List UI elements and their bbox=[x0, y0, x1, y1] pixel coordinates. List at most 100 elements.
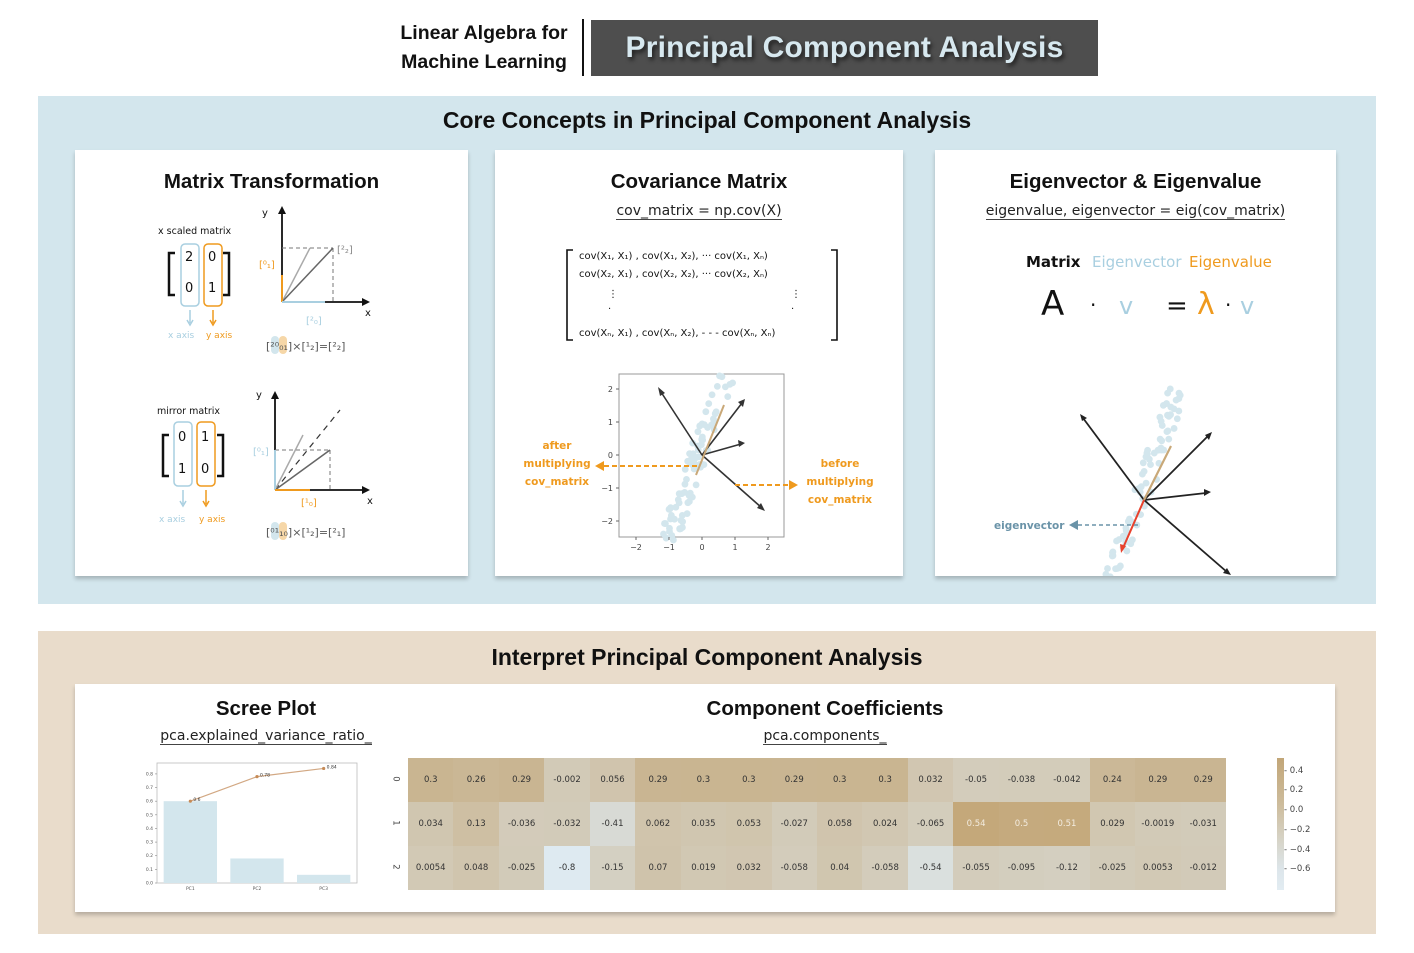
heatmap-cell: -0.042 bbox=[1044, 758, 1090, 802]
heatmap-cell: -0.41 bbox=[589, 802, 636, 846]
heatmap-cell: -0.055 bbox=[953, 846, 999, 890]
y-axis-label: y axis bbox=[206, 331, 233, 341]
scatter-point bbox=[1142, 453, 1150, 461]
scatter-point bbox=[710, 415, 717, 423]
heatmap-cell: -0.058 bbox=[862, 846, 908, 890]
svg-text:multiplying: multiplying bbox=[806, 476, 873, 488]
y-tick-label: 2 bbox=[608, 385, 613, 394]
component-coefficients-title: Component Coefficients bbox=[706, 697, 944, 720]
svg-text:·: · bbox=[791, 304, 794, 315]
scree-y-tick: 0.6 bbox=[146, 799, 153, 805]
eigenvector-annotation: eigenvector bbox=[994, 520, 1065, 532]
scatter-point bbox=[665, 505, 673, 513]
course-subtitle: Linear Algebra for Machine Learning bbox=[386, 19, 582, 77]
colorbar-tick: - 0.0 bbox=[1284, 805, 1304, 816]
eigen-illustration: Matrix Eigenvector Eigenvalue A · v = λ … bbox=[994, 253, 1272, 576]
svg-text:multiplying: multiplying bbox=[523, 458, 590, 470]
heatmap-cell: -0.012 bbox=[1180, 846, 1226, 890]
scree-bar bbox=[230, 858, 284, 883]
heatmap-cell: 0.51 bbox=[1044, 802, 1090, 846]
scatter-point bbox=[681, 480, 689, 488]
heatmap-cell: -0.025 bbox=[498, 846, 545, 890]
matrix-cell: 1 bbox=[178, 462, 186, 477]
heatmap-cell: -0.0019 bbox=[1135, 802, 1181, 846]
scatter-point bbox=[692, 481, 700, 489]
scatter-point bbox=[1164, 411, 1171, 419]
legend-eigenvector: Eigenvector bbox=[1092, 253, 1182, 271]
heatmap-cell: -0.15 bbox=[589, 846, 636, 890]
svg-text:cov_matrix: cov_matrix bbox=[808, 494, 872, 506]
matrix-cell: 0 bbox=[178, 430, 186, 445]
y-tick-label: 1 bbox=[608, 418, 613, 427]
heatmap-cell: -0.8 bbox=[544, 846, 590, 890]
scatter-point bbox=[1176, 391, 1184, 399]
svg-text:[⁰₁]: [⁰₁] bbox=[253, 447, 269, 458]
transformation-equation: [²⁰₀₁]×[¹₂]=[²₂] bbox=[266, 340, 345, 353]
scatter-point bbox=[1159, 402, 1167, 409]
eq-eigenvector-v: v bbox=[1119, 292, 1133, 320]
heatmap-cell: 0.032 bbox=[907, 758, 954, 802]
matrix-bracket-left bbox=[167, 251, 175, 297]
scatter-point bbox=[686, 450, 693, 457]
scatter-point bbox=[1163, 428, 1171, 436]
heatmap-cell: 0.0053 bbox=[1135, 846, 1181, 890]
legend-eigenvalue: Eigenvalue bbox=[1189, 253, 1272, 271]
subtitle-line-2: Machine Learning bbox=[401, 51, 567, 73]
cov-bracket-right bbox=[831, 249, 838, 341]
heatmap-row-label: 1 bbox=[390, 820, 401, 826]
core-concepts-section: Core Concepts in Principal Component Ana… bbox=[38, 96, 1376, 604]
heatmap-cell: -0.065 bbox=[907, 802, 954, 846]
svg-text:y axis: y axis bbox=[199, 515, 226, 525]
svg-text:⋮: ⋮ bbox=[791, 289, 801, 300]
heatmap-cell: -0.058 bbox=[771, 846, 817, 890]
heatmap-cell: 0.062 bbox=[635, 802, 681, 846]
svg-text:[⁰¹₁₀]×[¹₂]=[²₁]: [⁰¹₁₀]×[¹₂]=[²₁] bbox=[266, 526, 345, 539]
y-tick-label: 0 bbox=[608, 451, 613, 460]
scree-y-tick: 0.1 bbox=[146, 867, 153, 873]
svg-text:=: = bbox=[1166, 291, 1188, 321]
svg-text:x: x bbox=[367, 496, 373, 507]
scree-code: pca.explained_variance_ratio_ bbox=[160, 728, 372, 745]
basis-x-label: [²₀] bbox=[306, 316, 322, 327]
heatmap-cell: -0.032 bbox=[544, 802, 590, 846]
scatter-point bbox=[667, 511, 675, 519]
x-tick-label: 2 bbox=[765, 543, 770, 552]
scree-bar bbox=[163, 801, 217, 883]
cumulative-label: 0.6 bbox=[193, 797, 200, 803]
x-axis-arrow-icon bbox=[362, 486, 370, 494]
scatter-point bbox=[678, 490, 686, 498]
matrix-cell: 0 bbox=[208, 250, 216, 265]
y-axis-arrow-icon bbox=[271, 391, 279, 399]
scree-x-tick: PC1 bbox=[186, 886, 195, 892]
mirror-matrix-label: mirror matrix bbox=[157, 406, 220, 417]
heatmap-row-label: 2 bbox=[390, 864, 401, 870]
scatter-point bbox=[1165, 435, 1173, 443]
scree-y-tick: 0.0 bbox=[146, 881, 153, 887]
scatter-point bbox=[676, 525, 684, 533]
interpret-section-title: Interpret Principal Component Analysis bbox=[491, 644, 923, 670]
x-tick-label: −2 bbox=[630, 543, 642, 552]
left-arrow-icon bbox=[595, 461, 604, 471]
scatter-point bbox=[688, 493, 696, 501]
scatter-point bbox=[705, 400, 713, 408]
component-coefficients-heatmap: 0.3 0.26 0.29 -0.002 0.056 0.29 0.3 0.3 0.29 0.3 0… bbox=[408, 758, 1226, 890]
heatmap-cell: 0.04 bbox=[816, 846, 863, 890]
scatter-point bbox=[1139, 459, 1147, 467]
svg-text:·: · bbox=[1090, 293, 1096, 317]
svg-text:·: · bbox=[1225, 293, 1231, 317]
scatter-point bbox=[1158, 437, 1166, 445]
heatmap-cell: 0.29 bbox=[771, 758, 817, 802]
before-label: before bbox=[821, 458, 860, 470]
y-tick-label: −2 bbox=[601, 517, 613, 526]
svg-text:·: · bbox=[608, 304, 611, 315]
x-axis-label: x axis bbox=[168, 331, 195, 341]
y-axis-letter: y bbox=[262, 208, 268, 219]
scree-x-tick: PC3 bbox=[319, 886, 328, 892]
scatter-point bbox=[691, 454, 699, 462]
scatter-point bbox=[1170, 405, 1178, 413]
heatmap-cell: -0.12 bbox=[1044, 846, 1090, 890]
transformed-vector bbox=[281, 247, 334, 303]
eigenvector-pointer-icon bbox=[1069, 520, 1078, 530]
scatter-point bbox=[662, 520, 669, 527]
heatmap-row-label: 0 bbox=[390, 776, 401, 782]
